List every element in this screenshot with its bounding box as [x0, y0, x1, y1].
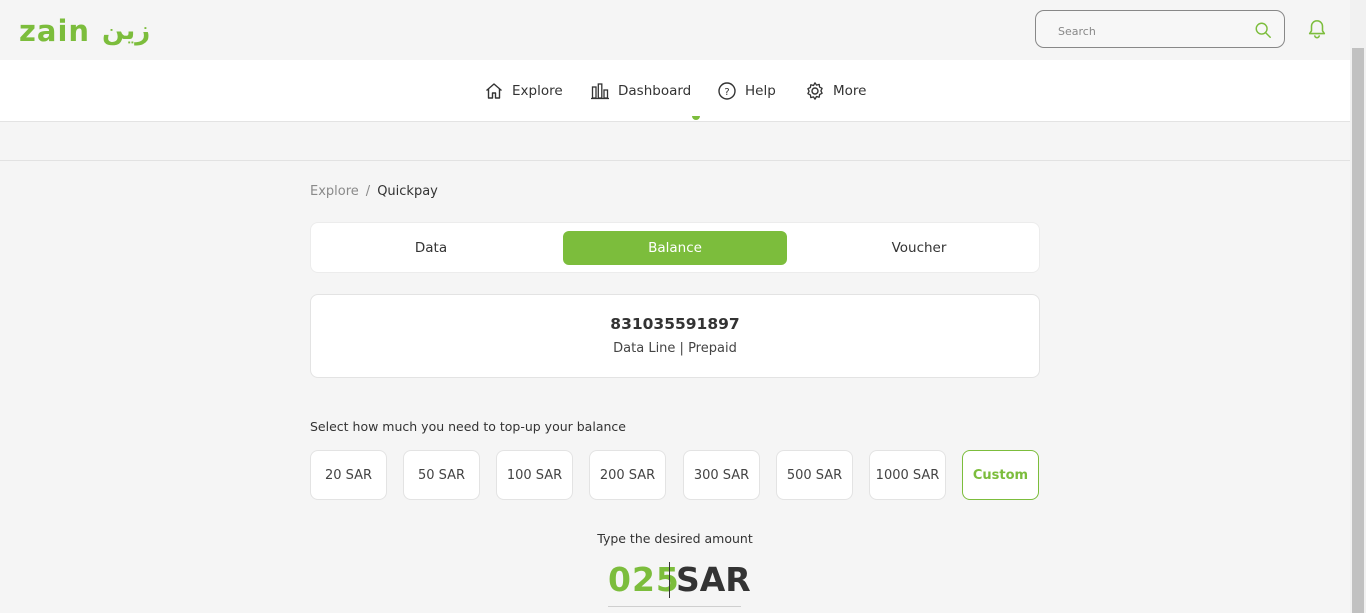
- currency-label: SAR: [676, 560, 751, 599]
- breadcrumb-quickpay: Quickpay: [377, 184, 438, 199]
- nav-item-more[interactable]: More: [805, 80, 866, 102]
- text-caret: [669, 562, 670, 598]
- tab-balance[interactable]: Balance: [563, 231, 787, 265]
- breadcrumb-explore[interactable]: Explore: [310, 184, 359, 199]
- search-icon[interactable]: [1254, 21, 1272, 39]
- logo-latin-text: zain: [19, 13, 91, 48]
- nav-label-help: Help: [745, 83, 776, 99]
- amount-option-100[interactable]: 100 SAR: [496, 450, 573, 500]
- help-circle-icon: ?: [718, 82, 736, 100]
- bar-chart-icon: [591, 83, 609, 100]
- search-input[interactable]: [1056, 20, 1260, 42]
- nav-item-help[interactable]: ? Help: [717, 80, 776, 102]
- search-box[interactable]: [1035, 10, 1285, 48]
- nav-item-explore[interactable]: Explore: [484, 80, 563, 102]
- account-card: 831035591897 Data Line | Prepaid: [310, 294, 1040, 378]
- custom-amount-input[interactable]: 025 SAR: [608, 558, 751, 607]
- amount-option-200[interactable]: 200 SAR: [589, 450, 666, 500]
- main-nav: Explore Dashboard ? Help More: [0, 60, 1350, 122]
- amount-option-300[interactable]: 300 SAR: [683, 450, 760, 500]
- breadcrumb-separator: /: [365, 184, 371, 199]
- breadcrumb: Explore / Quickpay: [310, 184, 438, 199]
- amount-option-20[interactable]: 20 SAR: [310, 450, 387, 500]
- scrollbar-thumb[interactable]: [1352, 48, 1364, 613]
- amount-option-1000[interactable]: 1000 SAR: [869, 450, 946, 500]
- svg-text:?: ?: [724, 87, 729, 98]
- home-icon: [486, 83, 502, 99]
- topup-prompt: Select how much you need to top-up your …: [310, 419, 626, 434]
- nav-label-explore: Explore: [512, 83, 563, 99]
- quickpay-tabs: Data Balance Voucher: [310, 222, 1040, 273]
- page-scrollbar[interactable]: [1350, 0, 1366, 613]
- gear-icon: [807, 82, 823, 100]
- custom-amount-label: Type the desired amount: [597, 531, 753, 546]
- amount-option-500[interactable]: 500 SAR: [776, 450, 853, 500]
- nav-item-dashboard[interactable]: Dashboard: [590, 80, 691, 102]
- nav-label-more: More: [833, 83, 867, 99]
- bell-icon[interactable]: [1306, 18, 1328, 40]
- zain-logo[interactable]: zain زين: [19, 14, 150, 48]
- amount-option-50[interactable]: 50 SAR: [403, 450, 480, 500]
- amount-option-custom[interactable]: Custom: [962, 450, 1039, 500]
- account-number: 831035591897: [610, 315, 740, 333]
- account-type: Data Line | Prepaid: [613, 341, 737, 356]
- tab-data[interactable]: Data: [319, 231, 543, 265]
- nav-label-dashboard: Dashboard: [618, 83, 692, 99]
- logo-arabic-text: زين: [102, 16, 151, 46]
- hero-strip: [0, 116, 1350, 161]
- top-header: zain زين: [0, 0, 1350, 60]
- tab-voucher[interactable]: Voucher: [807, 231, 1031, 265]
